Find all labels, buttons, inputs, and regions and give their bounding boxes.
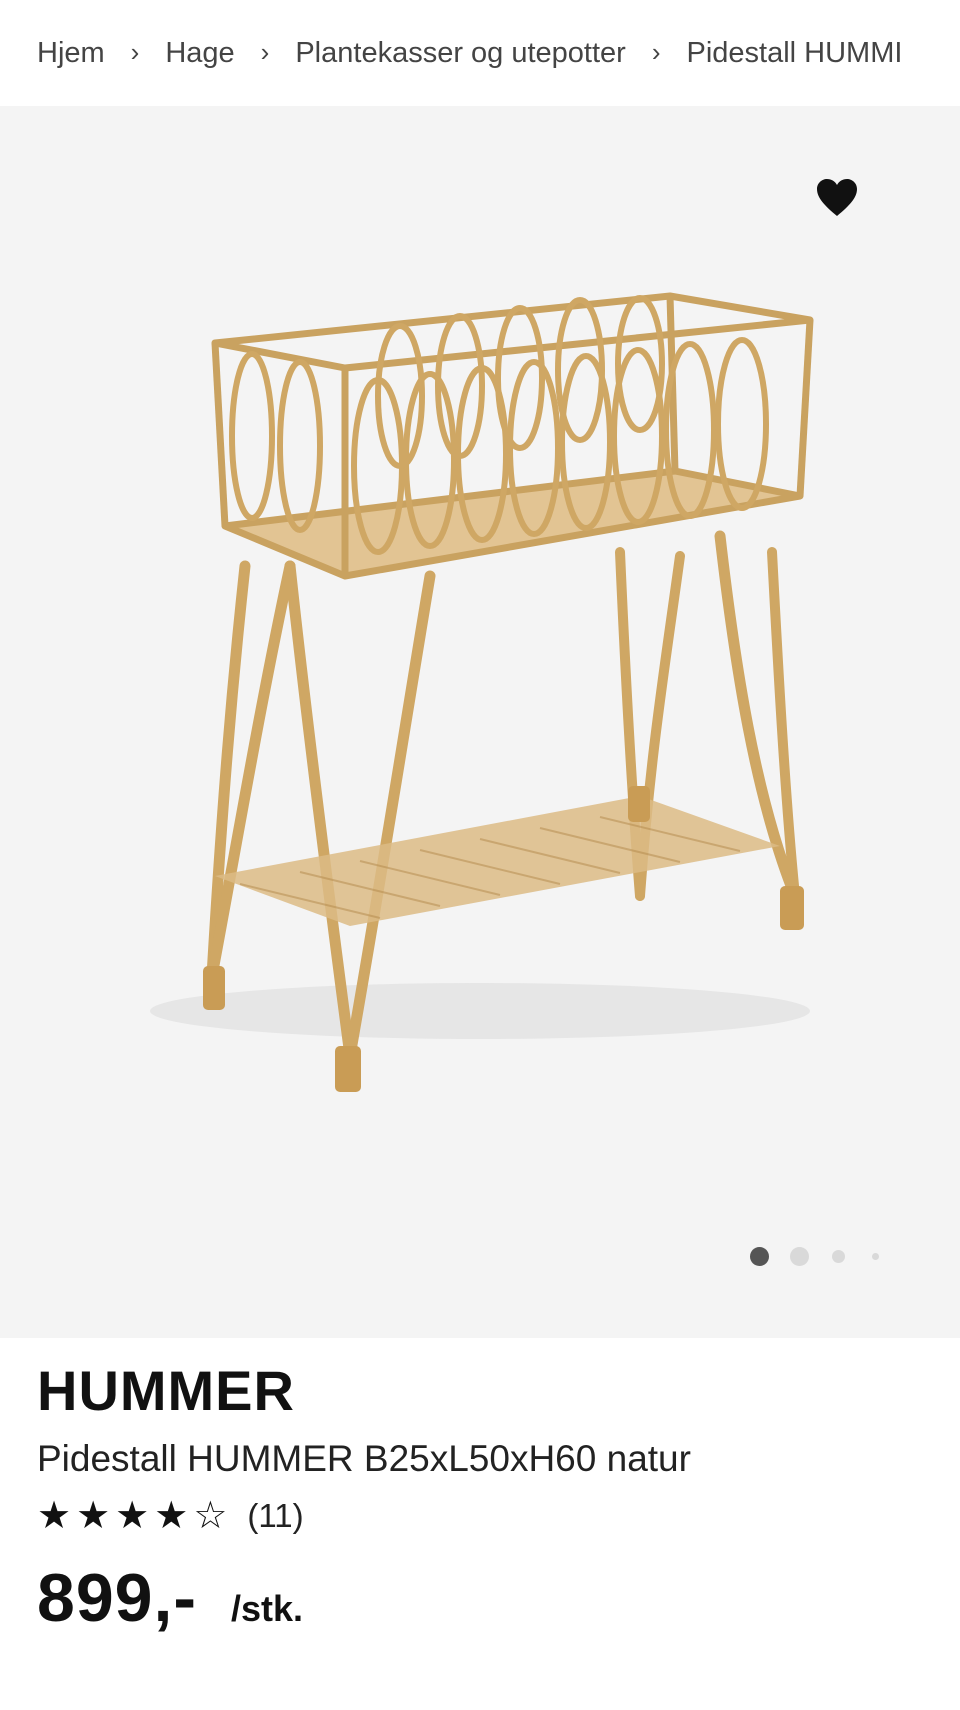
breadcrumb-hage[interactable]: Hage (165, 37, 234, 70)
carousel-dot[interactable] (872, 1252, 879, 1260)
product-rating[interactable]: ★ ★ ★ ★ ☆ (11) (37, 1493, 927, 1539)
carousel-dot-active[interactable] (750, 1246, 769, 1266)
review-count[interactable]: (11) (247, 1497, 303, 1535)
carousel-indicator (750, 1244, 879, 1268)
star-filled-icon: ★ (115, 1495, 150, 1537)
carousel-dot[interactable] (790, 1246, 809, 1266)
product-image (150, 292, 814, 1092)
chevron-right-icon: › (130, 36, 140, 67)
product-brand: HUMMER (37, 1359, 295, 1422)
product-price: 899,- (37, 1560, 197, 1636)
carousel-dot[interactable] (832, 1249, 845, 1263)
breadcrumb-home[interactable]: Hjem (37, 37, 105, 70)
star-empty-icon: ☆ (193, 1495, 228, 1537)
star-filled-icon: ★ (154, 1495, 189, 1537)
price-unit: /stk. (231, 1588, 304, 1629)
product-info: HUMMER Pidestall HUMMER B25xL50xH60 natu… (37, 1360, 927, 1637)
star-filled-icon: ★ (37, 1495, 72, 1537)
breadcrumb-current: Pidestall HUMMI (686, 36, 903, 69)
chevron-right-icon: › (651, 36, 661, 67)
star-filled-icon: ★ (76, 1495, 111, 1537)
product-image-gallery[interactable] (0, 106, 960, 1338)
breadcrumb-plantekasser[interactable]: Plantekasser og utepotter (295, 37, 625, 70)
chevron-right-icon: › (260, 36, 270, 67)
heart-icon[interactable] (815, 178, 859, 218)
breadcrumb: Hjem › Hage › Plantekasser og utepotter … (0, 0, 960, 106)
rating-stars: ★ ★ ★ ★ ☆ (37, 1496, 227, 1536)
price-row: 899,- /stk. (37, 1559, 927, 1637)
product-name: Pidestall HUMMER B25xL50xH60 natur (37, 1438, 691, 1479)
